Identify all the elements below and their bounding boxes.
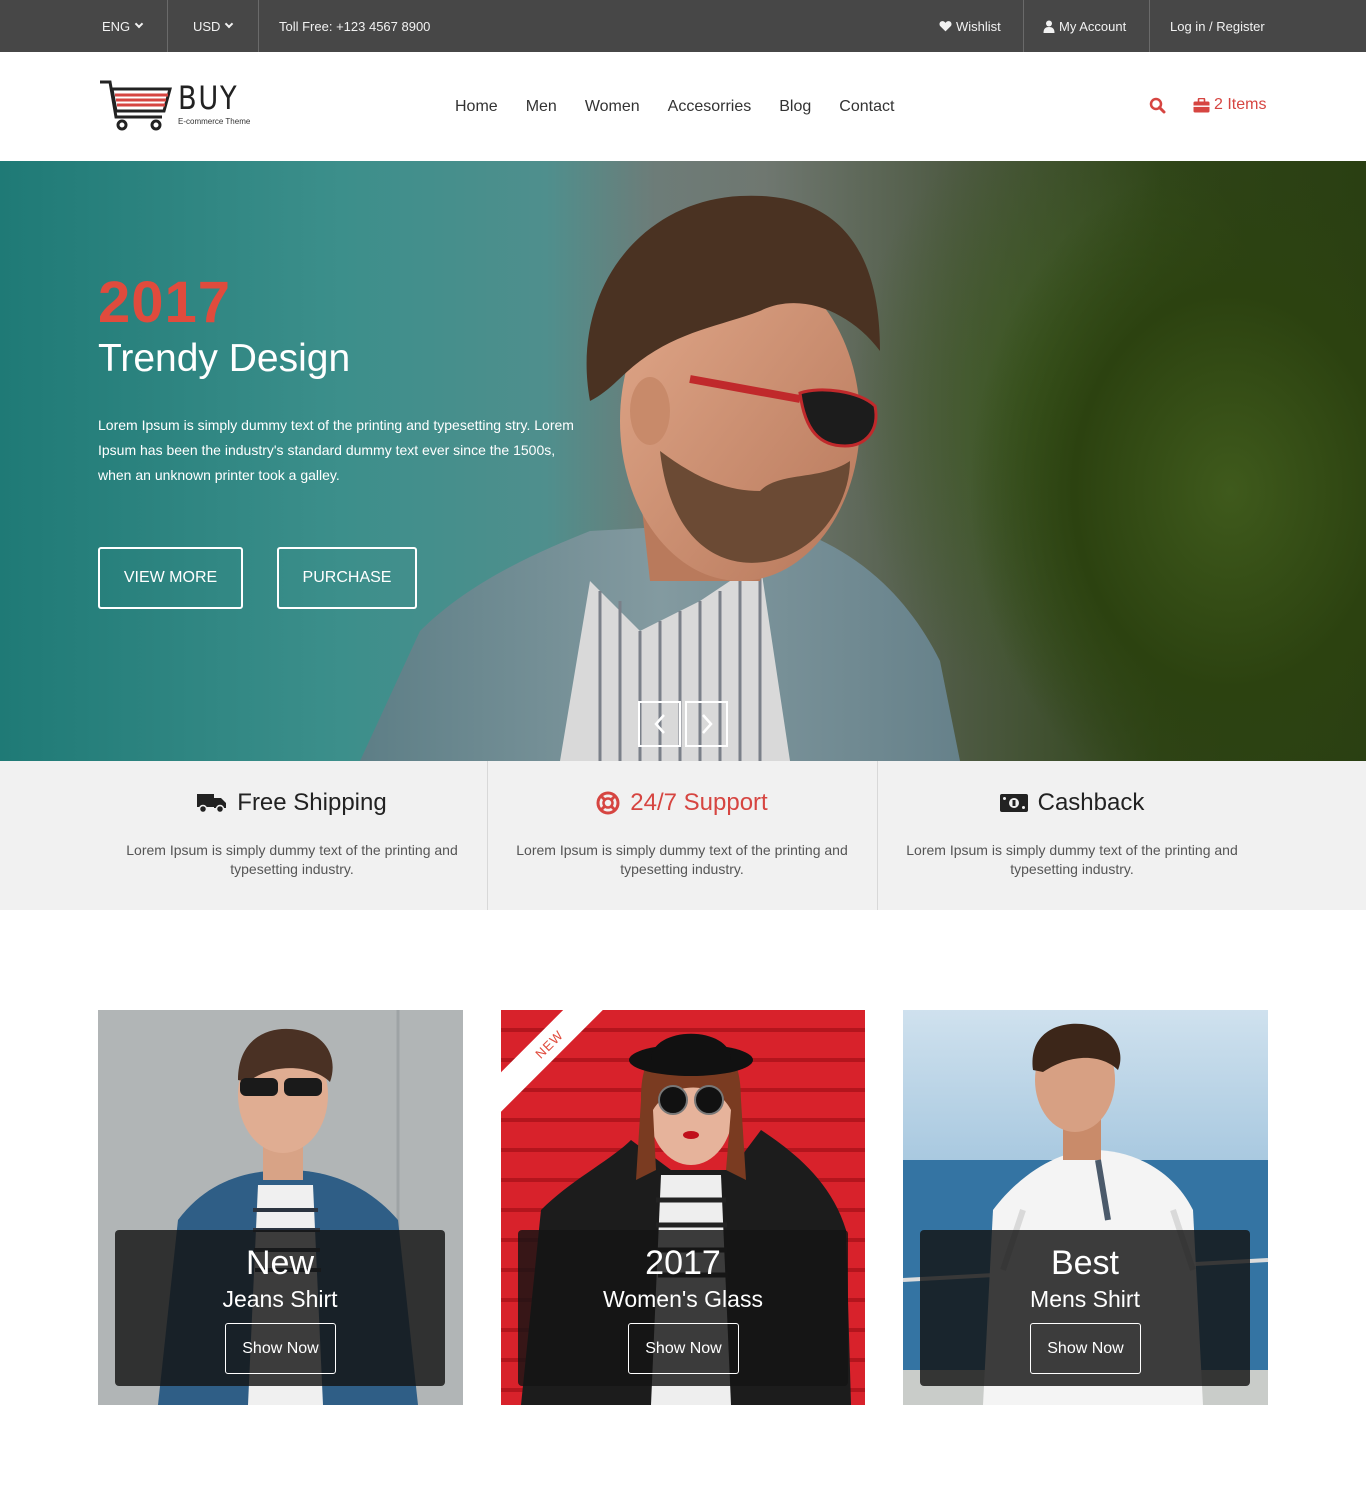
feature-title: Cashback (1037, 789, 1145, 816)
promo-card-mens-shirt[interactable]: Best Mens Shirt Show Now (903, 1010, 1268, 1405)
feature-title: 24/7 Support (630, 789, 768, 816)
next-slide-button[interactable] (685, 701, 728, 747)
nav-item-accessories[interactable]: Accesorries (668, 98, 752, 116)
briefcase-icon (1193, 97, 1210, 112)
feature-text: Lorem Ipsum is simply dummy text of the … (516, 842, 848, 877)
feature-text: Lorem Ipsum is simply dummy text of the … (906, 842, 1238, 877)
search-icon[interactable] (1149, 97, 1166, 119)
card-headline: 2017 (645, 1244, 721, 1282)
user-icon (1043, 20, 1055, 33)
truck-icon (197, 794, 227, 814)
card-subheadline: Jeans Shirt (222, 1286, 338, 1312)
card-headline: New (245, 1244, 315, 1282)
chevron-down-icon (134, 19, 144, 29)
feature-cashback: Cashback Lorem Ipsum is simply dummy tex… (877, 761, 1267, 910)
divider (1149, 0, 1150, 52)
nav-item-contact[interactable]: Contact (839, 98, 894, 116)
promo-card-womens-glass[interactable]: NEW 2017 Women's Glass Show Now (501, 1010, 866, 1405)
feature-title: Free Shipping (237, 789, 387, 816)
login-register-link[interactable]: Log in / Register (1170, 0, 1265, 52)
currency-selector[interactable]: USD (193, 0, 234, 52)
hero-title: Trendy Design (98, 337, 351, 380)
features-strip: Free Shipping Lorem Ipsum is simply dumm… (0, 761, 1366, 910)
hero-slider: 2017 Trendy Design Lorem Ipsum is simply… (0, 161, 1366, 761)
nav-item-blog[interactable]: Blog (779, 98, 811, 116)
wishlist-link[interactable]: Wishlist (939, 0, 1001, 52)
cart-button[interactable]: 2 Items (1193, 96, 1266, 114)
money-icon (999, 794, 1028, 812)
language-selector[interactable]: ENG (102, 0, 144, 52)
show-now-button[interactable]: Show Now (1030, 1323, 1141, 1374)
divider (258, 0, 259, 52)
heart-icon (939, 20, 952, 32)
card-subheadline: Mens Shirt (1030, 1286, 1140, 1312)
show-now-button[interactable]: Show Now (225, 1323, 336, 1374)
feature-free-shipping: Free Shipping Lorem Ipsum is simply dumm… (97, 761, 487, 910)
card-headline: Best (1050, 1244, 1120, 1282)
main-nav: Home Men Women Accesorries Blog Contact (455, 52, 922, 161)
logo[interactable]: BUY E-commerce Theme (98, 79, 250, 131)
logo-wordmark: BUY (178, 79, 239, 117)
hero-description: Lorem Ipsum is simply dummy text of the … (98, 417, 574, 483)
site-header: BUY E-commerce Theme Home Men Women Acce… (0, 52, 1366, 161)
feature-support: 24/7 Support Lorem Ipsum is simply dummy… (487, 761, 877, 910)
my-account-link[interactable]: My Account (1043, 0, 1126, 52)
language-label: ENG (102, 18, 131, 34)
card-overlay: New Jeans Shirt Show Now (115, 1230, 445, 1386)
cart-logo-icon (100, 80, 172, 131)
cart-count: 2 Items (1214, 96, 1267, 113)
top-bar: ENG USD Toll Free: +123 4567 8900 Wishli… (0, 0, 1366, 52)
logo-tagline: E-commerce Theme (178, 117, 251, 126)
my-account-label: My Account (1059, 18, 1127, 34)
hero-year: 2017 (98, 270, 232, 335)
promo-card-jeans-shirt[interactable]: New Jeans Shirt Show Now (98, 1010, 463, 1405)
view-more-button[interactable]: VIEW MORE (98, 547, 243, 609)
show-now-button[interactable]: Show Now (628, 1323, 739, 1374)
currency-label: USD (193, 18, 221, 34)
card-overlay: 2017 Women's Glass Show Now (518, 1230, 848, 1386)
divider (167, 0, 168, 52)
divider (1023, 0, 1024, 52)
purchase-button[interactable]: PURCHASE (277, 547, 417, 609)
wishlist-label: Wishlist (956, 18, 1001, 34)
card-subheadline: Women's Glass (603, 1286, 763, 1312)
nav-item-women[interactable]: Women (585, 98, 640, 116)
toll-free-text: Toll Free: +123 4567 8900 (279, 18, 431, 34)
chevron-down-icon (225, 19, 234, 29)
feature-text: Lorem Ipsum is simply dummy text of the … (126, 842, 458, 877)
nav-item-men[interactable]: Men (526, 98, 557, 116)
prev-slide-button[interactable] (638, 701, 681, 747)
lifebuoy-icon (596, 791, 620, 815)
chevron-right-icon (701, 714, 713, 734)
card-overlay: Best Mens Shirt Show Now (920, 1230, 1250, 1386)
chevron-left-icon (653, 714, 665, 734)
nav-item-home[interactable]: Home (455, 98, 498, 116)
